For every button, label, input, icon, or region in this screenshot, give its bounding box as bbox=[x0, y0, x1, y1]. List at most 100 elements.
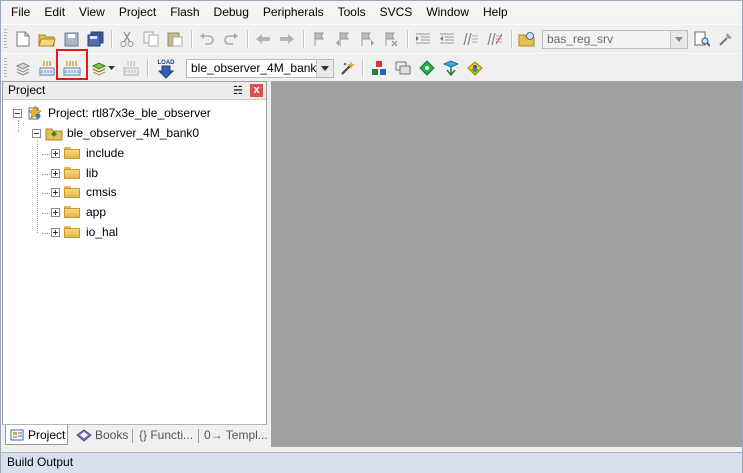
tab-functions-label: {} Functi... bbox=[139, 428, 194, 442]
editor-area[interactable] bbox=[271, 81, 742, 447]
tab-project[interactable]: Project bbox=[5, 425, 68, 445]
uncomment-icon[interactable] bbox=[485, 29, 505, 49]
indent-icon[interactable] bbox=[413, 29, 433, 49]
configure-icon[interactable] bbox=[716, 29, 736, 49]
target-label: ble_observer_4M_bank0 bbox=[67, 126, 200, 140]
menu-help[interactable]: Help bbox=[476, 1, 515, 23]
folder-icon bbox=[64, 186, 80, 198]
group-label: include bbox=[86, 146, 125, 160]
previous-bookmark-icon[interactable] bbox=[333, 29, 353, 49]
menu-svcs[interactable]: SVCS bbox=[373, 1, 420, 23]
toolbar-grip[interactable] bbox=[4, 29, 7, 49]
build-output-title: Build Output bbox=[7, 455, 74, 469]
folder-icon bbox=[64, 206, 80, 218]
new-file-icon[interactable] bbox=[13, 29, 33, 49]
save-all-icon[interactable] bbox=[85, 29, 105, 49]
manage-project-items-icon[interactable] bbox=[369, 58, 389, 78]
chevron-down-icon[interactable] bbox=[316, 60, 333, 77]
cut-icon[interactable] bbox=[117, 29, 137, 49]
build-icon[interactable] bbox=[37, 58, 57, 78]
folder-icon bbox=[64, 167, 80, 179]
group-label: cmsis bbox=[86, 185, 117, 199]
expand-icon[interactable] bbox=[51, 187, 60, 197]
books-icon bbox=[76, 428, 92, 442]
insert-bookmark-icon[interactable] bbox=[309, 29, 329, 49]
project-pane-title: Project bbox=[8, 83, 46, 97]
tree-group-include[interactable]: include bbox=[51, 144, 124, 162]
tree-target[interactable]: ble_observer_4M_bank0 bbox=[32, 124, 199, 142]
load-label: LOAD bbox=[158, 60, 176, 66]
select-packs-icon[interactable] bbox=[417, 58, 437, 78]
pack-installer-icon[interactable] bbox=[441, 58, 461, 78]
expand-icon[interactable] bbox=[51, 227, 60, 237]
menu-edit[interactable]: Edit bbox=[37, 1, 72, 23]
incremental-find-icon[interactable] bbox=[692, 29, 712, 49]
run-time-environment-icon[interactable] bbox=[465, 58, 485, 78]
copy-icon[interactable] bbox=[141, 29, 161, 49]
build-output-panel: Build Output bbox=[1, 452, 742, 473]
project-root-label: Project: rtl87x3e_ble_observer bbox=[48, 106, 211, 120]
clear-bookmarks-icon[interactable] bbox=[381, 29, 401, 49]
menu-bar: File Edit View Project Flash Debug Perip… bbox=[1, 1, 742, 23]
project-tab-icon bbox=[10, 429, 24, 440]
pin-icon[interactable]: ☵ bbox=[233, 84, 243, 97]
expand-icon[interactable] bbox=[51, 207, 60, 217]
tree-project-root[interactable]: Project: rtl87x3e_ble_observer bbox=[13, 104, 211, 122]
options-for-target-icon[interactable] bbox=[338, 58, 358, 78]
tab-templates[interactable]: 0→ Templ... bbox=[200, 425, 268, 445]
file-extensions-icon[interactable] bbox=[393, 58, 413, 78]
save-icon[interactable] bbox=[61, 29, 81, 49]
navigate-forward-icon[interactable] bbox=[277, 29, 297, 49]
menu-flash[interactable]: Flash bbox=[163, 1, 206, 23]
build-toolbar: LOAD ble_observer_4M_bank0 bbox=[1, 53, 742, 82]
download-icon[interactable]: LOAD bbox=[155, 57, 177, 79]
menu-peripherals[interactable]: Peripherals bbox=[256, 1, 331, 23]
tree-group-lib[interactable]: lib bbox=[51, 164, 98, 182]
tab-project-label: Project bbox=[28, 427, 66, 442]
target-folder-icon bbox=[45, 128, 63, 140]
chevron-down-icon[interactable] bbox=[670, 31, 687, 48]
project-pane-header: Project ☵ x bbox=[3, 82, 266, 100]
group-label: lib bbox=[86, 166, 99, 180]
comment-icon[interactable] bbox=[461, 29, 481, 49]
next-bookmark-icon[interactable] bbox=[357, 29, 377, 49]
find-in-files-icon[interactable] bbox=[517, 29, 537, 49]
tree-group-cmsis[interactable]: cmsis bbox=[51, 183, 117, 201]
navigate-back-icon[interactable] bbox=[253, 29, 273, 49]
tree-group-io-hal[interactable]: io_hal bbox=[51, 223, 118, 241]
menu-debug[interactable]: Debug bbox=[207, 1, 256, 23]
paste-icon[interactable] bbox=[165, 29, 185, 49]
group-label: app bbox=[86, 205, 107, 219]
tab-books[interactable]: Books bbox=[72, 425, 130, 445]
stop-build-icon[interactable] bbox=[121, 58, 141, 78]
folder-icon bbox=[64, 226, 80, 238]
translate-icon[interactable] bbox=[13, 58, 33, 78]
tab-functions[interactable]: {} Functi... bbox=[135, 425, 197, 445]
pane-tabs: Project Books {} Functi... 0→ Templ... bbox=[2, 424, 268, 448]
ide-window: File Edit View Project Flash Debug Perip… bbox=[0, 0, 743, 473]
find-combo[interactable]: bas_reg_srv bbox=[542, 30, 688, 49]
target-select[interactable]: ble_observer_4M_bank0 bbox=[186, 59, 334, 78]
project-pane: Project ☵ x Project: rtl87x3e_ble_observ… bbox=[2, 81, 267, 447]
undo-icon[interactable] bbox=[197, 29, 217, 49]
menu-window[interactable]: Window bbox=[419, 1, 476, 23]
collapse-icon[interactable] bbox=[32, 128, 41, 138]
menu-file[interactable]: File bbox=[1, 1, 37, 23]
tree-group-app[interactable]: app bbox=[51, 203, 106, 221]
highlight-box bbox=[56, 49, 88, 80]
unindent-icon[interactable] bbox=[437, 29, 457, 49]
redo-icon[interactable] bbox=[221, 29, 241, 49]
menu-project[interactable]: Project bbox=[112, 1, 163, 23]
toolbar-grip[interactable] bbox=[4, 58, 7, 78]
find-combo-value: bas_reg_srv bbox=[547, 32, 614, 46]
tab-templates-label: 0→ Templ... bbox=[204, 428, 268, 442]
collapse-icon[interactable] bbox=[13, 108, 22, 118]
expand-icon[interactable] bbox=[51, 168, 60, 178]
open-file-icon[interactable] bbox=[37, 29, 57, 49]
batch-build-dropdown-icon[interactable] bbox=[105, 58, 117, 78]
folder-icon bbox=[64, 147, 80, 159]
close-icon[interactable]: x bbox=[250, 84, 263, 97]
menu-view[interactable]: View bbox=[72, 1, 112, 23]
expand-icon[interactable] bbox=[51, 148, 60, 158]
menu-tools[interactable]: Tools bbox=[331, 1, 373, 23]
